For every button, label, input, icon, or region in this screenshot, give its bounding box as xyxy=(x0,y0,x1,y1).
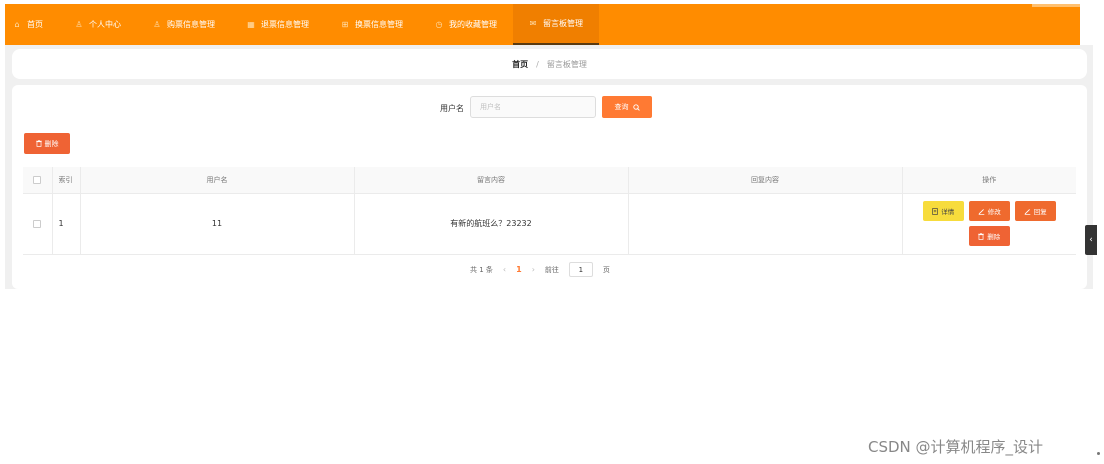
trash-icon xyxy=(35,140,42,147)
prev-page-icon[interactable]: ‹ xyxy=(503,265,506,274)
nav-item-home[interactable]: ⌂ 首页 xyxy=(5,4,59,45)
cell-content: 有新的航班么？23232 xyxy=(354,193,629,255)
nav-item-label: 我的收藏管理 xyxy=(449,20,497,29)
detail-label: 详情 xyxy=(941,208,955,216)
row-checkbox[interactable] xyxy=(33,219,42,228)
nav-item-ticket-exchange[interactable]: ⊞ 换票信息管理 xyxy=(325,4,419,45)
table-row: 1 11 有新的航班么？23232 详情 修改 回复 删除 xyxy=(23,193,1076,255)
nav-item-ticket-refund[interactable]: ▦ 退票信息管理 xyxy=(231,4,325,45)
reply-label: 回复 xyxy=(1033,208,1047,216)
message-icon: ✉ xyxy=(529,18,537,28)
select-all-checkbox[interactable] xyxy=(33,175,42,184)
nav-item-ticket-purchase[interactable]: ♙ 购票信息管理 xyxy=(137,4,231,45)
nav-accent-bar xyxy=(1032,4,1080,7)
grid-icon: ▦ xyxy=(247,19,255,29)
nav-item-message-board[interactable]: ✉ 留言板管理 xyxy=(513,4,599,45)
batch-delete-label: 删除 xyxy=(44,139,59,148)
apps-icon: ⊞ xyxy=(341,19,349,29)
edit-icon xyxy=(978,208,985,215)
reply-button[interactable]: 回复 xyxy=(1014,201,1056,221)
breadcrumb-current: 留言板管理 xyxy=(546,59,587,69)
pagination: 共 1 条 ‹ 1 › 前往 页 xyxy=(470,262,610,277)
column-header-reply: 回复内容 xyxy=(628,167,903,194)
user-icon: ♙ xyxy=(75,19,83,29)
cell-index: 1 xyxy=(52,193,81,255)
goto-page-input[interactable] xyxy=(568,262,593,277)
edit-button[interactable]: 修改 xyxy=(968,201,1010,221)
cell-reply xyxy=(628,193,903,255)
user-icon: ♙ xyxy=(153,19,161,29)
column-header-content: 留言内容 xyxy=(354,167,629,194)
side-panel-toggle[interactable]: ‹ xyxy=(1085,225,1097,255)
edit-icon xyxy=(1024,208,1031,215)
delete-label: 删除 xyxy=(987,233,1001,241)
page-number-current[interactable]: 1 xyxy=(516,265,522,274)
watermark: CSDN @计算机程序_设计 xyxy=(868,438,1044,456)
watermark-dot xyxy=(1097,452,1100,455)
nav-item-label: 换票信息管理 xyxy=(355,20,403,29)
breadcrumb-home[interactable]: 首页 xyxy=(512,59,528,70)
nav-item-personal-center[interactable]: ♙ 个人中心 xyxy=(59,4,137,45)
nav-item-label: 退票信息管理 xyxy=(261,20,309,29)
goto-label: 前往 xyxy=(544,265,559,274)
clock-icon: ◷ xyxy=(435,19,443,29)
next-page-icon[interactable]: › xyxy=(532,265,535,274)
message-table: 索引 用户名 留言内容 回复内容 操作 1 11 有新的航班么？23232 详情 xyxy=(23,167,1076,255)
column-header-actions: 操作 xyxy=(902,167,1076,194)
nav-item-label: 留言板管理 xyxy=(543,19,583,28)
query-button-label: 查询 xyxy=(614,103,629,111)
chevron-left-icon: ‹ xyxy=(1089,235,1093,245)
search-label: 用户名 xyxy=(440,104,464,113)
nav-item-label: 购票信息管理 xyxy=(167,20,215,29)
page-unit-label: 页 xyxy=(602,265,610,274)
breadcrumb-separator: / xyxy=(536,59,539,69)
breadcrumb: 首页 / 留言板管理 xyxy=(12,49,1087,79)
search-icon xyxy=(632,103,640,111)
cell-actions: 详情 修改 回复 删除 xyxy=(902,193,1076,255)
select-all-cell xyxy=(23,167,53,194)
row-select-cell xyxy=(23,193,53,255)
edit-label: 修改 xyxy=(987,208,1001,216)
nav-item-label: 个人中心 xyxy=(89,20,121,29)
column-header-index: 索引 xyxy=(52,167,81,194)
trash-icon xyxy=(978,232,985,240)
delete-button[interactable]: 删除 xyxy=(968,226,1010,246)
nav-item-label: 首页 xyxy=(27,20,43,29)
top-nav: ⌂ 首页 ♙ 个人中心 ♙ 购票信息管理 ▦ 退票信息管理 ⊞ 换票信息管理 ◷… xyxy=(5,4,1080,45)
nav-item-favorites[interactable]: ◷ 我的收藏管理 xyxy=(419,4,513,45)
username-search-input[interactable] xyxy=(470,96,596,118)
detail-button[interactable]: 详情 xyxy=(922,201,964,221)
home-icon: ⌂ xyxy=(14,19,20,29)
document-icon xyxy=(932,207,938,215)
batch-delete-button[interactable]: 删除 xyxy=(24,133,70,154)
table-header-row: 索引 用户名 留言内容 回复内容 操作 xyxy=(23,167,1076,194)
column-header-username: 用户名 xyxy=(80,167,355,194)
cell-username: 11 xyxy=(80,193,355,255)
pagination-total: 共 1 条 xyxy=(470,265,493,274)
query-button[interactable]: 查询 xyxy=(602,96,652,118)
